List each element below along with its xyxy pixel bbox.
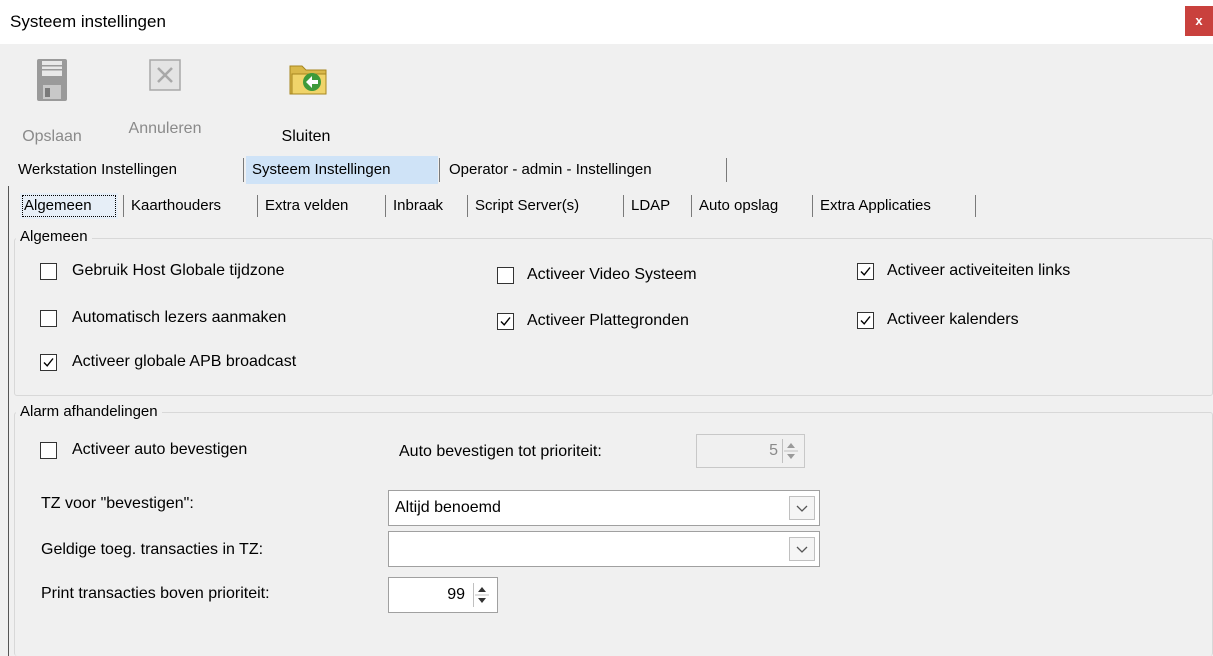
content-left-border	[8, 186, 9, 656]
tab-separator	[726, 158, 727, 182]
checkmark-icon	[500, 317, 511, 326]
subtab-inbraak[interactable]: Inbraak	[389, 193, 463, 219]
subtab-extra-applicaties[interactable]: Extra Applicaties	[816, 193, 972, 219]
close-window-button[interactable]: x	[1185, 6, 1213, 36]
checkbox-label: Activeer Video Systeem	[527, 266, 697, 283]
checkbox-activity-links[interactable]	[857, 263, 874, 280]
up-down-arrows-icon	[475, 587, 489, 603]
spinner-value: 99	[447, 586, 465, 603]
checkbox-video-system[interactable]	[497, 267, 514, 284]
spinner-arrows[interactable]	[782, 439, 800, 463]
checkbox-label: Activeer Plattegronden	[527, 312, 689, 329]
tab-separator	[975, 195, 976, 217]
tab-operator-instellingen[interactable]: Operator - admin - Instellingen	[443, 156, 725, 184]
checkbox-label: Automatisch lezers aanmaken	[72, 309, 287, 326]
subtab-auto-opslag[interactable]: Auto opslag	[695, 193, 807, 219]
tab-separator	[385, 195, 386, 217]
spinner-arrows[interactable]	[473, 583, 491, 607]
checkbox-auto-create-readers[interactable]	[40, 310, 57, 327]
subtab-extra-velden[interactable]: Extra velden	[261, 193, 381, 219]
checkbox-calendars[interactable]	[857, 312, 874, 329]
tab-separator	[467, 195, 468, 217]
print-priority-spinner[interactable]: 99	[388, 577, 498, 613]
dropdown-button[interactable]	[789, 496, 815, 520]
cancel-button[interactable]: Annuleren	[118, 56, 212, 148]
subtab-algemeen[interactable]: Algemeen	[20, 193, 118, 219]
up-down-arrows-icon	[784, 443, 798, 459]
checkbox-label: Activeer auto bevestigen	[72, 441, 248, 458]
tab-separator	[623, 195, 624, 217]
close-label: Sluiten	[281, 128, 331, 145]
checkbox-label: Activeer activeiteiten links	[887, 262, 1071, 279]
valid-transactions-dropdown[interactable]	[388, 531, 820, 567]
spinner-value: 5	[769, 442, 778, 459]
checkbox-label: Activeer globale APB broadcast	[72, 353, 297, 370]
valid-transactions-label: Geldige toeg. transacties in TZ:	[41, 541, 264, 558]
tab-separator	[243, 158, 244, 182]
checkbox-host-global-timezone[interactable]	[40, 263, 57, 280]
checkbox-label: Activeer kalenders	[887, 311, 1019, 328]
window-title: Systeem instellingen	[10, 12, 166, 31]
alarm-group-title: Alarm afhandelingen	[16, 403, 162, 420]
checkbox-floor-plans[interactable]	[497, 313, 514, 330]
chevron-down-icon	[796, 505, 808, 512]
floppy-disk-icon	[36, 58, 68, 107]
checkbox-auto-confirm[interactable]	[40, 442, 57, 459]
auto-confirm-priority-label: Auto bevestigen tot prioriteit:	[399, 443, 602, 460]
checkmark-icon	[860, 316, 871, 325]
general-group-title: Algemeen	[16, 228, 92, 245]
folder-exit-icon	[288, 60, 328, 101]
checkmark-icon	[43, 358, 54, 367]
tab-systeem-instellingen[interactable]: Systeem Instellingen	[246, 156, 438, 184]
checkbox-label: Gebruik Host Globale tijdzone	[72, 262, 285, 279]
checkbox-global-apb-broadcast[interactable]	[40, 354, 57, 371]
dropdown-button[interactable]	[789, 537, 815, 561]
subtab-kaarthouders[interactable]: Kaarthouders	[127, 193, 251, 219]
tz-confirm-label: TZ voor "bevestigen":	[41, 495, 194, 512]
dropdown-value: Altijd benoemd	[395, 499, 501, 516]
tab-separator	[123, 195, 124, 217]
tab-werkstation-instellingen[interactable]: Werkstation Instellingen	[12, 156, 242, 184]
auto-confirm-priority-spinner[interactable]: 5	[696, 434, 805, 468]
tab-separator	[439, 158, 440, 182]
print-priority-label: Print transacties boven prioriteit:	[41, 585, 270, 602]
cancel-x-icon	[149, 59, 181, 96]
cancel-label: Annuleren	[128, 120, 202, 137]
close-toolbar-button[interactable]: Sluiten	[268, 56, 344, 148]
checkmark-icon	[860, 267, 871, 276]
title-bar	[0, 0, 1213, 44]
tab-separator	[257, 195, 258, 217]
chevron-down-icon	[796, 546, 808, 553]
save-button[interactable]: Opslaan	[20, 56, 84, 148]
tab-separator	[812, 195, 813, 217]
subtab-ldap[interactable]: LDAP	[627, 193, 687, 219]
tz-confirm-dropdown[interactable]: Altijd benoemd	[388, 490, 820, 526]
tab-separator	[691, 195, 692, 217]
subtab-script-servers[interactable]: Script Server(s)	[471, 193, 621, 219]
save-label: Opslaan	[22, 128, 82, 145]
